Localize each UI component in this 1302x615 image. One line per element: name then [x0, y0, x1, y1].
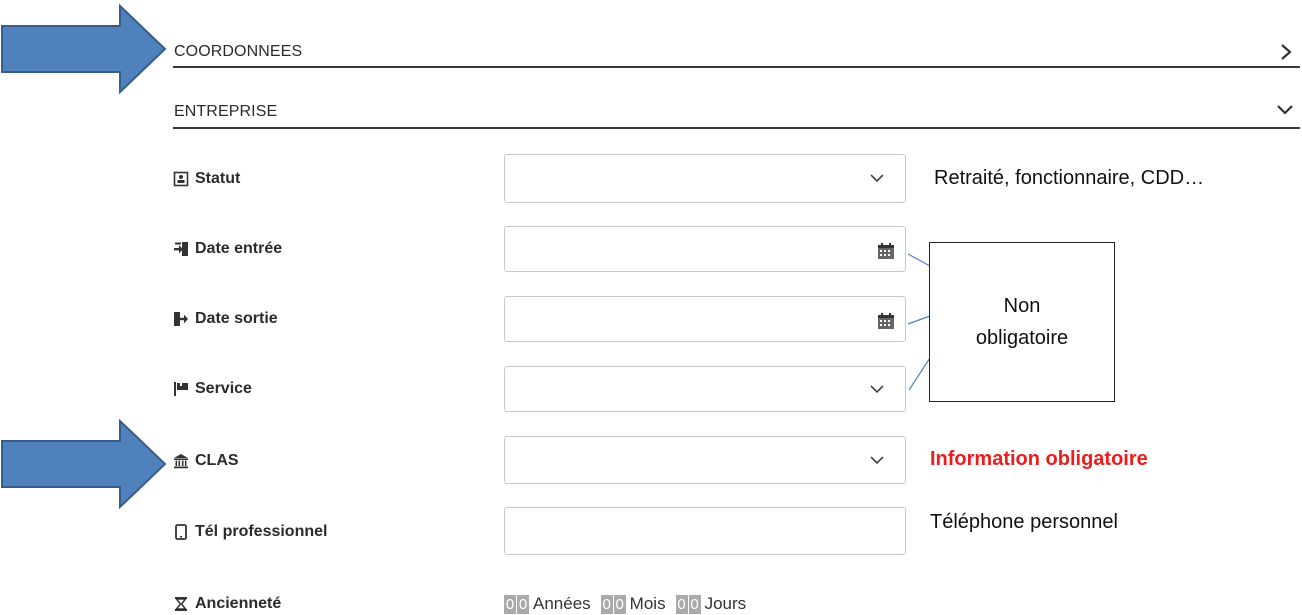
calendar-icon[interactable]: [877, 242, 895, 260]
tel-note: Téléphone personnel: [930, 511, 1118, 533]
anciennete-annees-unit: Années: [533, 594, 591, 613]
clas-select[interactable]: [504, 436, 906, 484]
annotation-arrow-clas: [1, 418, 167, 510]
hourglass-icon: [173, 596, 189, 612]
field-label-text: Ancienneté: [195, 595, 282, 612]
anciennete-jours-unit: Jours: [704, 594, 747, 613]
section-divider: [173, 127, 1300, 129]
anciennete-display: 0 0 Années 0 0 Mois 0 0 Jours: [504, 594, 756, 614]
field-label-anciennete: Ancienneté: [173, 595, 281, 613]
clas-required-note: Information obligatoire: [930, 448, 1148, 470]
field-label-text: CLAS: [195, 452, 239, 469]
chevron-down-icon: [870, 385, 884, 394]
digit: 0: [600, 594, 613, 614]
sign-out-icon: [173, 311, 189, 327]
section-header-coordonnees[interactable]: COORDONNEES: [173, 38, 1300, 70]
chevron-down-icon: [870, 456, 884, 465]
field-label-date-entree: Date entrée: [173, 240, 282, 258]
section-header-entreprise[interactable]: ENTREPRISE: [173, 96, 1300, 130]
section-divider: [173, 66, 1300, 68]
service-select[interactable]: [504, 366, 906, 412]
chevron-right-icon[interactable]: [1278, 42, 1294, 62]
chevron-down-icon[interactable]: [1275, 102, 1295, 118]
non-obligatoire-callout: Non obligatoire: [929, 242, 1115, 402]
callout-line2: obligatoire: [975, 327, 1069, 349]
section-title-coordonnees: COORDONNEES: [174, 43, 303, 60]
mobile-phone-icon: [173, 524, 189, 540]
date-sortie-input[interactable]: [504, 296, 906, 342]
tel-professionnel-input[interactable]: [504, 507, 906, 555]
field-label-text: Tél professionnel: [195, 523, 328, 540]
statut-note: Retraité, fonctionnaire, CDD…: [934, 167, 1205, 189]
field-label-text: Service: [195, 380, 252, 397]
date-entree-input[interactable]: [504, 226, 906, 272]
field-label-tel-professionnel: Tél professionnel: [173, 523, 327, 541]
field-label-text: Date sortie: [195, 310, 278, 327]
flag-icon: [173, 381, 189, 397]
annotation-arrow-coordonnees: [1, 3, 167, 95]
digit: 0: [688, 594, 701, 614]
institution-icon: [173, 453, 189, 469]
field-label-clas: CLAS: [173, 452, 239, 470]
callout-line1: Non: [1003, 295, 1041, 317]
field-label-statut: Statut: [173, 170, 240, 188]
anciennete-mois-unit: Mois: [629, 594, 666, 613]
field-label-service: Service: [173, 380, 252, 398]
digit: 0: [613, 594, 626, 614]
field-label-text: Statut: [195, 170, 241, 187]
statut-select[interactable]: [504, 154, 906, 203]
sign-in-icon: [173, 241, 189, 257]
field-label-text: Date entrée: [195, 240, 283, 257]
id-card-icon: [173, 171, 189, 187]
digit: 0: [504, 594, 516, 614]
field-label-date-sortie: Date sortie: [173, 310, 278, 328]
calendar-icon[interactable]: [877, 312, 895, 330]
digit: 0: [675, 594, 688, 614]
digit: 0: [517, 594, 529, 614]
section-title-entreprise: ENTREPRISE: [174, 103, 278, 120]
chevron-down-icon: [870, 174, 884, 183]
